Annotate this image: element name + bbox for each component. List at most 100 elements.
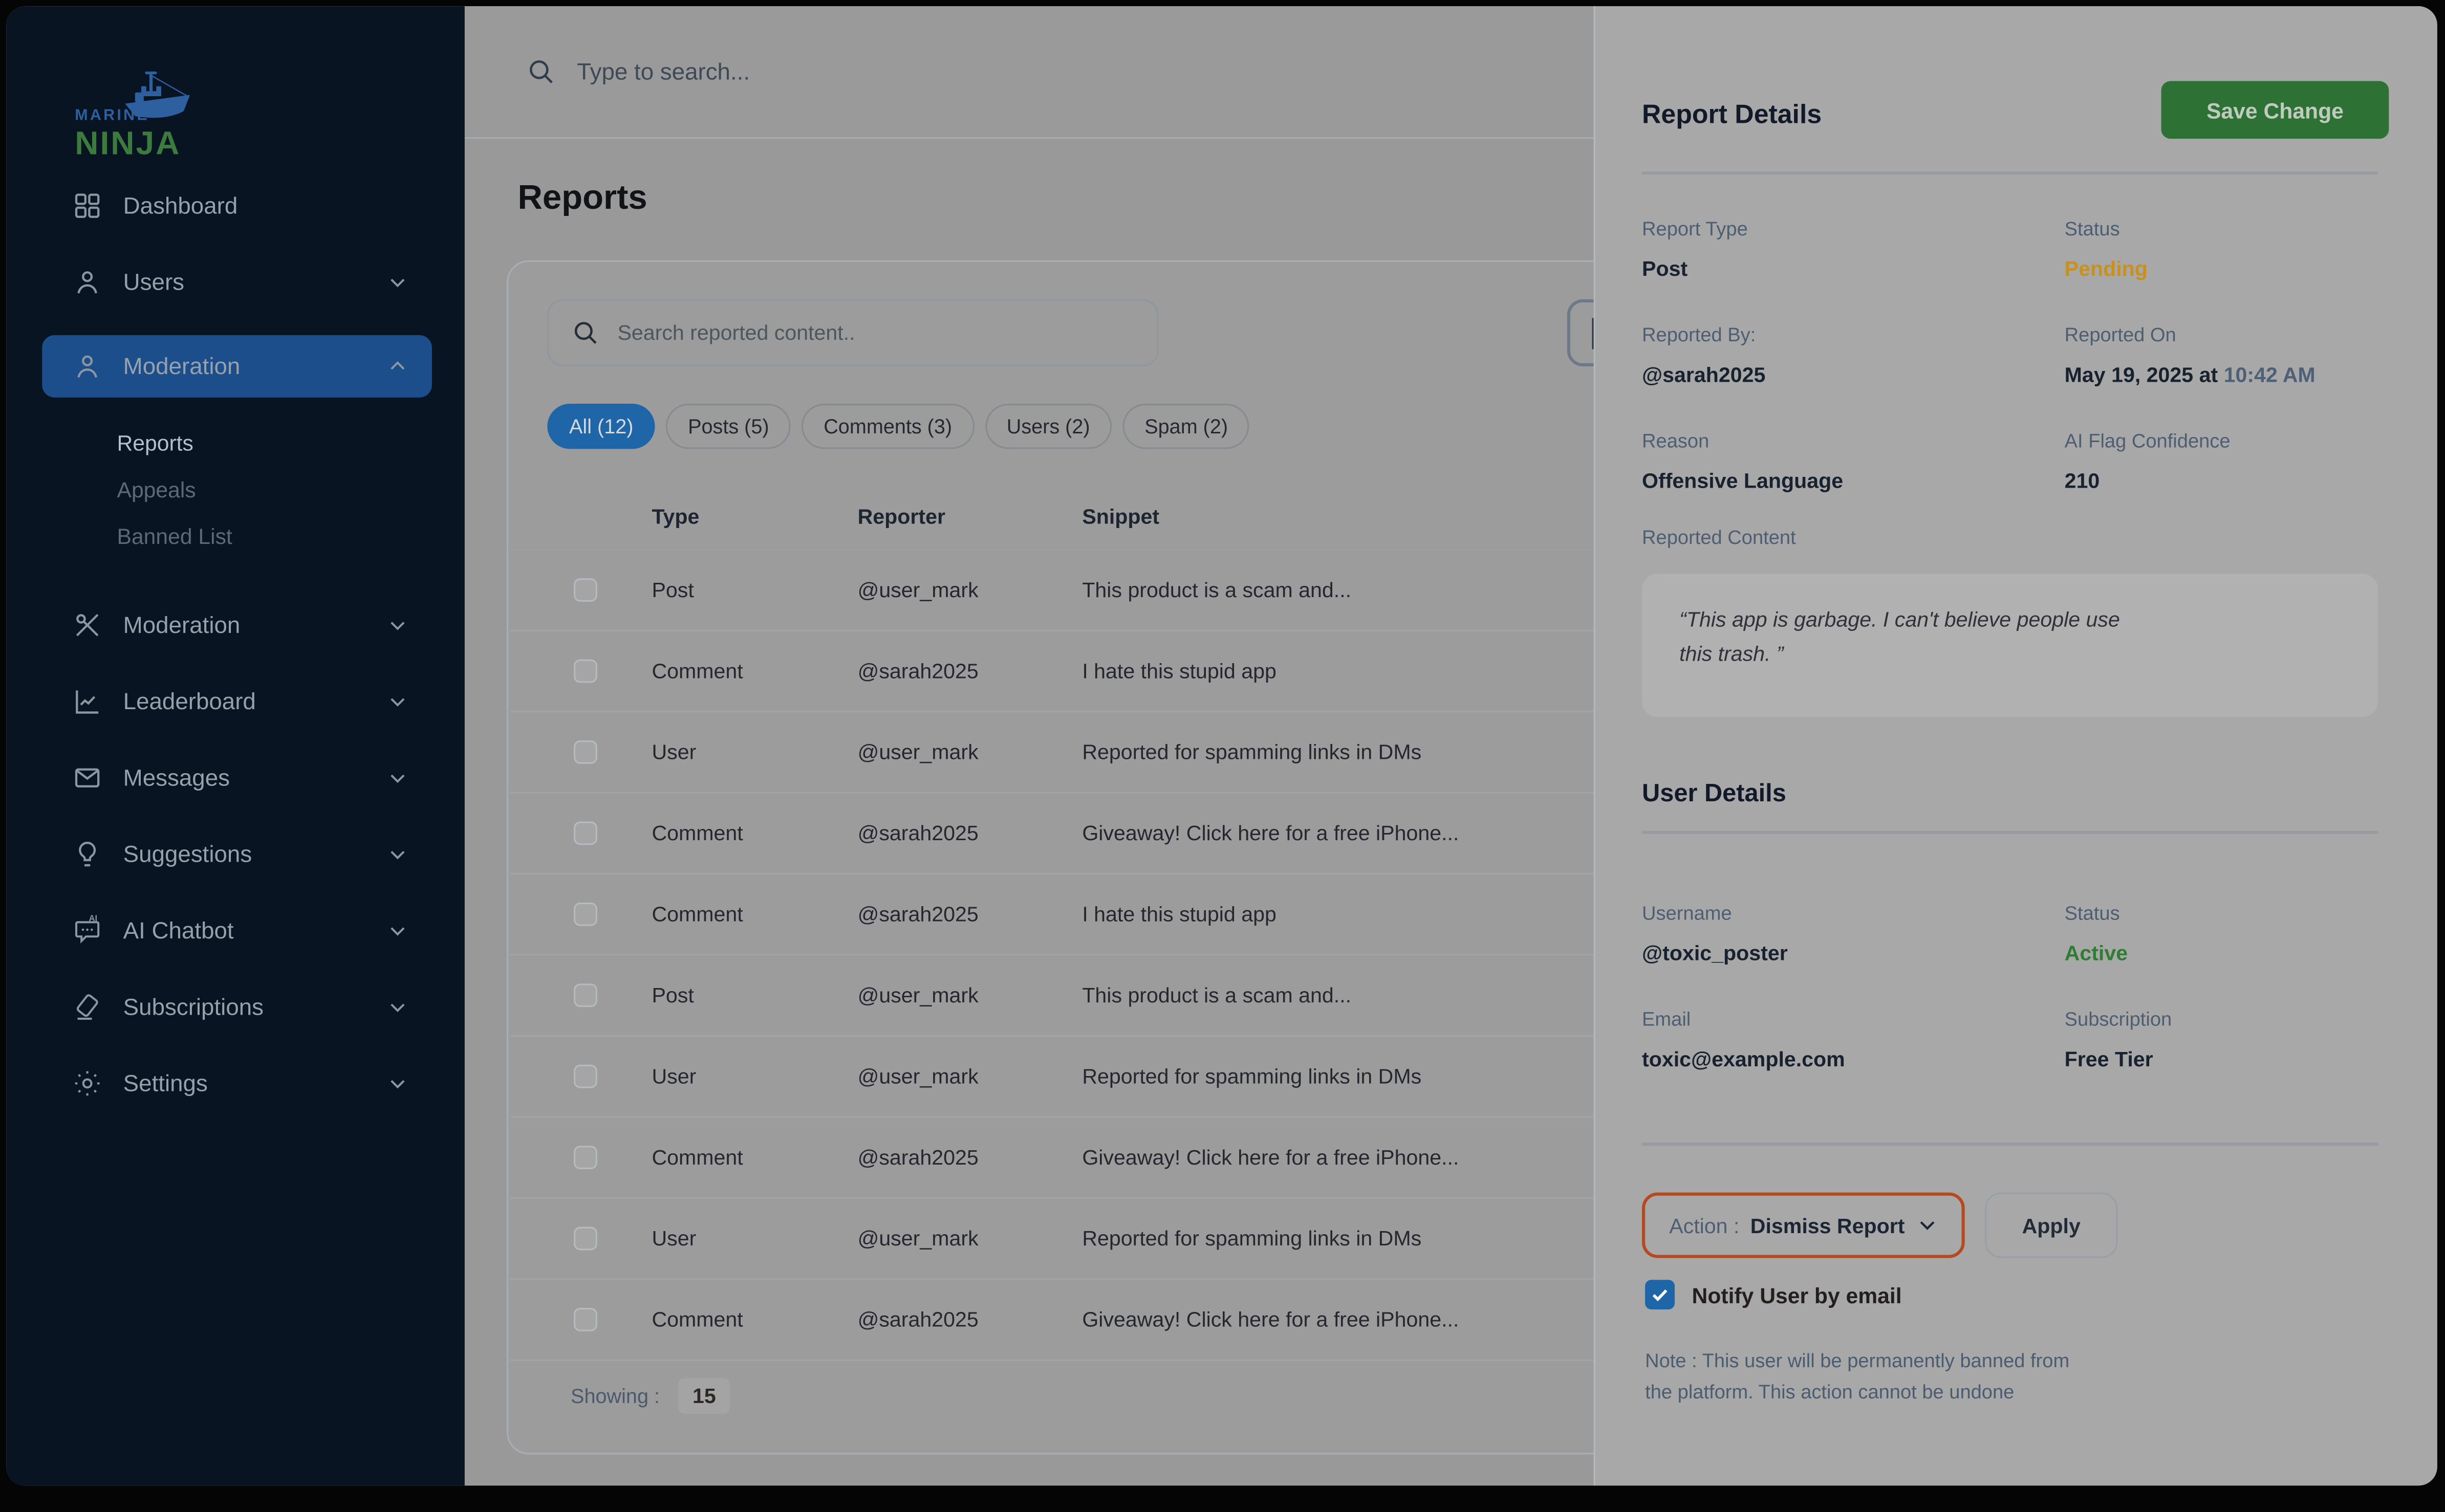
chevron-up-icon xyxy=(385,354,410,379)
filter-chip-posts-5-[interactable]: Posts (5) xyxy=(666,404,791,449)
panel-title: Report Details xyxy=(1642,100,1822,131)
field-username: Username@toxic_poster xyxy=(1642,903,2065,967)
sidebar-item-users-1[interactable]: Users xyxy=(42,251,432,313)
notify-row: Notify User by email xyxy=(1645,1280,1901,1309)
row-checkbox[interactable] xyxy=(574,1065,597,1088)
reported-content-quote: “This app is garbage. I can't believe pe… xyxy=(1642,574,2378,717)
user-fields: Username@toxic_posterStatusActiveEmailto… xyxy=(1642,903,2406,1072)
chart-icon xyxy=(72,686,103,717)
field-reported-by-: Reported By:@sarah2025 xyxy=(1642,324,2065,388)
sidebar-subitem-reports[interactable]: Reports xyxy=(81,420,431,466)
sidebar-item-dashboard-0[interactable]: Dashboard xyxy=(42,174,432,237)
column-header-type: Type xyxy=(652,505,857,529)
chevron-down-icon xyxy=(385,765,410,791)
cell-reporter: @user_mark xyxy=(858,983,1083,1007)
sidebar-item-label: Suggestions xyxy=(123,841,385,868)
chevron-down-icon xyxy=(385,995,410,1020)
chevron-down-icon xyxy=(385,689,410,714)
cell-type: Post xyxy=(652,983,857,1007)
field-value: Post xyxy=(1642,256,2065,282)
row-checkbox[interactable] xyxy=(574,1146,597,1169)
quote-line: “This app is garbage. I can't believe pe… xyxy=(1679,603,2341,638)
field-value-suffix: 10:42 AM xyxy=(2224,363,2316,387)
report-fields: Report TypePostStatusPendingReported By:… xyxy=(1642,218,2406,494)
field-value: Active xyxy=(2065,940,2406,967)
reported-content-search-input[interactable] xyxy=(617,321,1132,345)
sidebar-subnav: ReportsAppealsBanned List xyxy=(81,420,431,560)
row-checkbox[interactable] xyxy=(574,822,597,845)
action-dropdown-prefix: Action : xyxy=(1669,1214,1739,1237)
brand-name-text: NINJA xyxy=(75,126,181,164)
sidebar-item-moderation-3[interactable]: Moderation xyxy=(42,594,432,656)
bulb-icon xyxy=(72,839,103,870)
search-icon xyxy=(571,318,600,347)
sidebar-item-moderation-2[interactable]: Moderation xyxy=(42,335,432,398)
divider xyxy=(1642,831,2378,834)
gear-icon xyxy=(72,1068,103,1099)
row-checkbox[interactable] xyxy=(574,983,597,1007)
filter-chip-users-2-[interactable]: Users (2) xyxy=(985,404,1112,449)
row-checkbox[interactable] xyxy=(574,1227,597,1251)
action-note: Note : This user will be permanently ban… xyxy=(1645,1345,2175,1408)
sidebar-item-suggestions-6[interactable]: Suggestions xyxy=(42,823,432,886)
field-label: Username xyxy=(1642,903,2065,926)
row-checkbox[interactable] xyxy=(574,740,597,764)
sidebar-item-messages-5[interactable]: Messages xyxy=(42,747,432,809)
filter-chip-all-12-[interactable]: All (12) xyxy=(547,404,655,449)
field-value: Free Tier xyxy=(2065,1046,2406,1072)
field-label: Report Type xyxy=(1642,218,2065,242)
cell-type: Post xyxy=(652,578,857,602)
cell-reporter: @sarah2025 xyxy=(858,1146,1083,1169)
page-title: Reports xyxy=(517,178,647,218)
chevron-down-icon xyxy=(385,270,410,295)
notify-checkbox[interactable] xyxy=(1645,1280,1675,1309)
field-value: May 19, 2025 at 10:42 AM xyxy=(2065,362,2406,388)
sidebar-item-settings-9[interactable]: Settings xyxy=(42,1052,432,1114)
column-header-reporter: Reporter xyxy=(858,505,1083,529)
chevron-down-icon xyxy=(385,918,410,943)
chevron-down-icon xyxy=(385,1071,410,1096)
sidebar-item-ai-chatbot-7[interactable]: AIAI Chatbot xyxy=(42,900,432,962)
cell-reporter: @sarah2025 xyxy=(858,822,1083,845)
row-checkbox[interactable] xyxy=(574,660,597,683)
cell-type: Comment xyxy=(652,1308,857,1331)
row-checkbox[interactable] xyxy=(574,1308,597,1331)
quote-line: this trash. ” xyxy=(1679,638,2341,672)
field-label: Reported By: xyxy=(1642,324,2065,348)
cell-type: Comment xyxy=(652,660,857,683)
sidebar-nav: Dashboard Users Moderation ReportsAppealsBa… xyxy=(42,174,432,1128)
sidebar-item-label: Messages xyxy=(123,764,385,791)
apply-button[interactable]: Apply xyxy=(1985,1193,2117,1258)
filter-chip-comments-3-[interactable]: Comments (3) xyxy=(802,404,974,449)
sidebar-item-leaderboard-4[interactable]: Leaderboard xyxy=(42,670,432,733)
cell-type: User xyxy=(652,1227,857,1251)
filter-chip-spam-2-[interactable]: Spam (2) xyxy=(1123,404,1250,449)
cell-type: User xyxy=(652,740,857,764)
divider xyxy=(1642,1143,2378,1146)
sidebar-item-label: Leaderboard xyxy=(123,688,385,715)
cell-reporter: @user_mark xyxy=(858,1227,1083,1251)
cell-reporter: @sarah2025 xyxy=(858,660,1083,683)
global-search-input[interactable] xyxy=(577,58,1201,85)
app-window: MARINE NINJA DashboardUsersModerationRep… xyxy=(6,6,2437,1485)
tools-icon xyxy=(72,609,103,641)
field-email: Email toxic@example.com xyxy=(1642,1009,2065,1072)
sidebar-item-label: Moderation xyxy=(123,612,385,639)
sidebar-subitem-appeals[interactable]: Appeals xyxy=(81,466,431,513)
sidebar-subitem-banned-list[interactable]: Banned List xyxy=(81,513,431,559)
field-label: Email xyxy=(1642,1009,2065,1032)
field-label: Subscription xyxy=(2065,1009,2406,1032)
cell-type: User xyxy=(652,1065,857,1088)
user-details-title: User Details xyxy=(1642,781,1786,809)
cell-reporter: @user_mark xyxy=(858,740,1083,764)
field-value: toxic@example.com xyxy=(1642,1046,2065,1072)
sidebar-item-label: Moderation xyxy=(123,353,385,380)
showing-count[interactable]: 15 xyxy=(679,1378,730,1414)
row-checkbox[interactable] xyxy=(574,903,597,926)
note-line: Note : This user will be permanently ban… xyxy=(1645,1345,2175,1376)
action-dropdown[interactable]: Action : Dismiss Report xyxy=(1642,1193,1965,1258)
sidebar-item-label: Subscriptions xyxy=(123,994,385,1020)
save-change-button[interactable]: Save Change xyxy=(2161,81,2389,139)
row-checkbox[interactable] xyxy=(574,578,597,602)
sidebar-item-subscriptions-8[interactable]: Subscriptions xyxy=(42,976,432,1038)
